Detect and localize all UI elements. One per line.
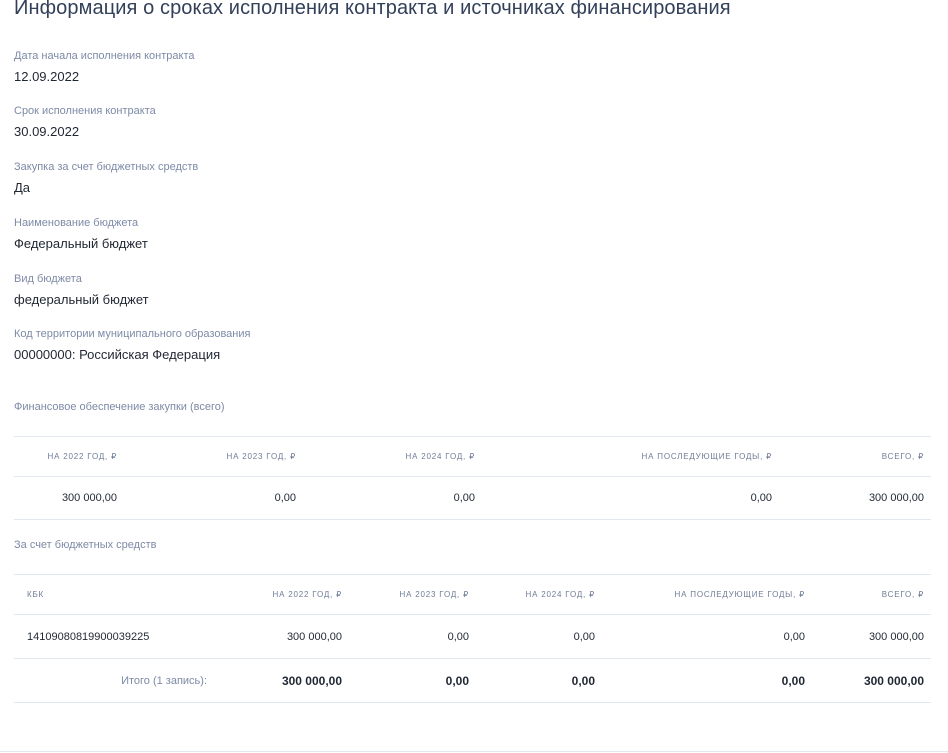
table-cell: 0,00: [124, 476, 303, 520]
table-row: 300 000,00 0,00 0,00 0,00 300 000,00: [14, 476, 931, 520]
field-contract-end-date: Срок исполнения контракта 30.09.2022: [14, 105, 156, 140]
table-cell: 300 000,00: [812, 614, 931, 659]
total-cell: 300 000,00: [214, 658, 349, 703]
column-header[interactable]: НА 2023 ГОД, ₽: [124, 436, 303, 477]
table-header-row: НА 2022 ГОД, ₽ НА 2023 ГОД, ₽ НА 2024 ГО…: [14, 436, 931, 477]
table-row: 14109080819900039225 300 000,00 0,00 0,0…: [14, 614, 931, 659]
field-budget-funded: Закупка за счет бюджетных средств Да: [14, 161, 198, 196]
total-cell: 300 000,00: [812, 658, 931, 703]
field-budget-type: Вид бюджета федеральный бюджет: [14, 273, 149, 308]
table-cell: 0,00: [476, 614, 602, 659]
table-cell: 0,00: [482, 476, 779, 520]
field-contract-start-date: Дата начала исполнения контракта 12.09.2…: [14, 50, 195, 85]
page-title: Информация о сроках исполнения контракта…: [14, 0, 731, 19]
column-header[interactable]: ВСЕГО, ₽: [779, 436, 931, 477]
budget-section-label: За счет бюджетных средств: [14, 539, 157, 551]
field-label: Вид бюджета: [14, 273, 82, 285]
table-cell: 300 000,00: [14, 476, 124, 520]
column-header[interactable]: НА 2022 ГОД, ₽: [14, 436, 124, 477]
field-value: федеральный бюджет: [14, 292, 149, 307]
field-value: Да: [14, 180, 31, 195]
column-header[interactable]: НА 2024 ГОД, ₽: [303, 436, 482, 477]
table-cell: 300 000,00: [779, 476, 931, 520]
financing-section-label: Финансовое обеспечение закупки (всего): [14, 401, 225, 413]
table-header-row: КБК НА 2022 ГОД, ₽ НА 2023 ГОД, ₽ НА 202…: [14, 574, 931, 615]
column-header[interactable]: НА 2023 ГОД, ₽: [349, 574, 476, 615]
bottom-divider: [0, 751, 948, 752]
field-label: Дата начала исполнения контракта: [14, 50, 195, 62]
total-label: Итого (1 запись):: [14, 658, 214, 703]
total-cell: 0,00: [349, 658, 476, 703]
kbk-cell: 14109080819900039225: [14, 614, 214, 659]
column-header[interactable]: НА ПОСЛЕДУЮЩИЕ ГОДЫ, ₽: [602, 574, 812, 615]
field-budget-name: Наименование бюджета Федеральный бюджет: [14, 217, 148, 252]
column-header[interactable]: НА 2022 ГОД, ₽: [214, 574, 349, 615]
table-cell: 0,00: [303, 476, 482, 520]
column-header[interactable]: ВСЕГО, ₽: [812, 574, 931, 615]
field-value: 12.09.2022: [14, 69, 80, 84]
table-cell: 0,00: [349, 614, 476, 659]
field-territory-code: Код территории муниципального образовани…: [14, 328, 250, 363]
field-label: Срок исполнения контракта: [14, 105, 156, 117]
column-header[interactable]: НА 2024 ГОД, ₽: [476, 574, 602, 615]
field-label: Наименование бюджета: [14, 217, 139, 229]
field-value: 30.09.2022: [14, 124, 80, 139]
table-cell: 300 000,00: [214, 614, 349, 659]
column-header-kbk[interactable]: КБК: [14, 574, 214, 615]
field-label: Закупка за счет бюджетных средств: [14, 161, 199, 173]
table-total-row: Итого (1 запись): 300 000,00 0,00 0,00 0…: [14, 658, 931, 703]
field-value: Федеральный бюджет: [14, 236, 148, 251]
total-cell: 0,00: [602, 658, 812, 703]
total-cell: 0,00: [476, 658, 602, 703]
budget-table: КБК НА 2022 ГОД, ₽ НА 2023 ГОД, ₽ НА 202…: [14, 574, 931, 703]
table-cell: 0,00: [602, 614, 812, 659]
column-header[interactable]: НА ПОСЛЕДУЮЩИЕ ГОДЫ, ₽: [482, 436, 779, 477]
field-value: 00000000: Российская Федерация: [14, 347, 221, 362]
field-label: Код территории муниципального образовани…: [14, 328, 251, 340]
financing-table: НА 2022 ГОД, ₽ НА 2023 ГОД, ₽ НА 2024 ГО…: [14, 436, 931, 520]
